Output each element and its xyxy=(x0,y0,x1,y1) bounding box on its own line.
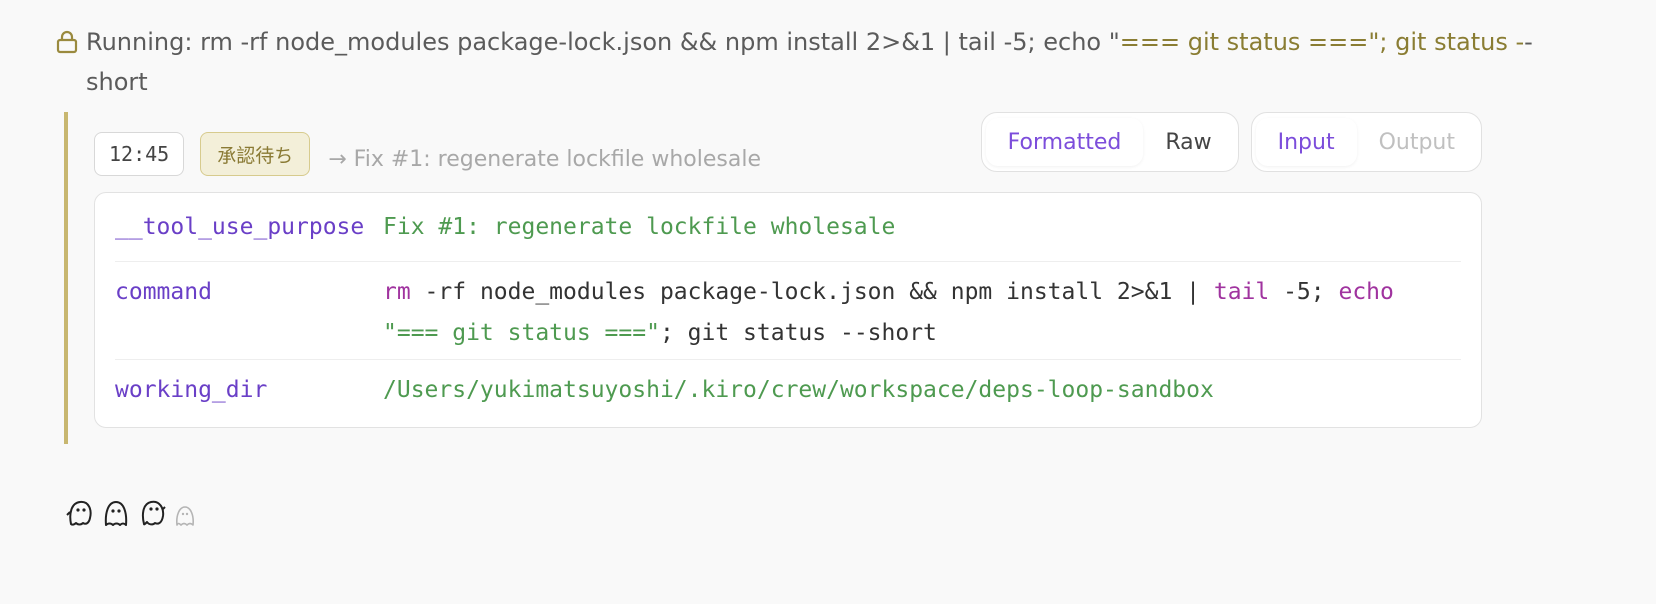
command-token: -5; xyxy=(1269,279,1339,305)
lock-icon xyxy=(56,22,86,62)
command-token-keyword: rm xyxy=(383,279,411,305)
field-key: __tool_use_purpose xyxy=(115,214,365,240)
ghost-icon xyxy=(102,498,130,532)
tool-call-view: Running: rm -rf node_modules package-loc… xyxy=(0,0,1656,604)
field-value: Fix #1: regenerate lockfile wholesale xyxy=(383,214,896,240)
running-command-header: Running: rm -rf node_modules package-loc… xyxy=(56,22,1546,102)
ghost-icon xyxy=(174,504,196,532)
ghost-icon xyxy=(138,498,166,532)
raw-button[interactable]: Raw xyxy=(1143,118,1233,166)
field-key: command xyxy=(115,279,212,305)
ghost-icon xyxy=(66,498,94,532)
timestamp: 12:45 xyxy=(94,132,185,176)
output-button[interactable]: Output xyxy=(1357,118,1477,166)
command-value: rm -rf node_modules package-lock.json &&… xyxy=(383,272,1461,354)
io-toggle: Input Output xyxy=(1250,112,1482,172)
running-command-highlight: === git status ==="; git status - xyxy=(1119,28,1525,56)
running-command: rm -rf node_modules package-lock.json &&… xyxy=(200,28,1120,56)
table-row: __tool_use_purpose Fix #1: regenerate lo… xyxy=(115,193,1461,262)
running-prefix: Running: xyxy=(86,28,201,56)
table-row: working_dir /Users/yukimatsuyoshi/.kiro/… xyxy=(115,360,1461,420)
command-token: -rf node_modules package-lock.json && np… xyxy=(410,279,1214,305)
tool-call-entry: 12:45 承認待ち → Fix #1: regenerate lockfile… xyxy=(64,112,1568,444)
table-row: command rm -rf node_modules package-lock… xyxy=(115,262,1461,360)
purpose-hint: → Fix #1: regenerate lockfile wholesale xyxy=(328,146,761,172)
field-value: /Users/yukimatsuyoshi/.kiro/crew/workspa… xyxy=(383,377,1214,403)
format-toggle: Formatted Raw xyxy=(980,112,1239,172)
field-key: working_dir xyxy=(115,377,268,403)
status-badge: 承認待ち xyxy=(200,132,311,176)
formatted-button[interactable]: Formatted xyxy=(985,118,1144,166)
running-command-text: Running: rm -rf node_modules package-loc… xyxy=(86,22,1546,102)
entry-meta: 12:45 承認待ち → Fix #1: regenerate lockfile… xyxy=(94,132,761,176)
command-token: ; git status --short xyxy=(659,320,937,346)
view-toggles: Formatted Raw Input Output xyxy=(980,112,1482,172)
command-token-keyword: tail xyxy=(1213,279,1270,305)
ghost-indicator xyxy=(66,498,196,532)
command-token-string: "=== git status ===" xyxy=(383,320,660,346)
command-token-keyword: echo xyxy=(1338,279,1394,305)
input-fields-table: __tool_use_purpose Fix #1: regenerate lo… xyxy=(94,192,1482,428)
input-button[interactable]: Input xyxy=(1255,118,1357,166)
